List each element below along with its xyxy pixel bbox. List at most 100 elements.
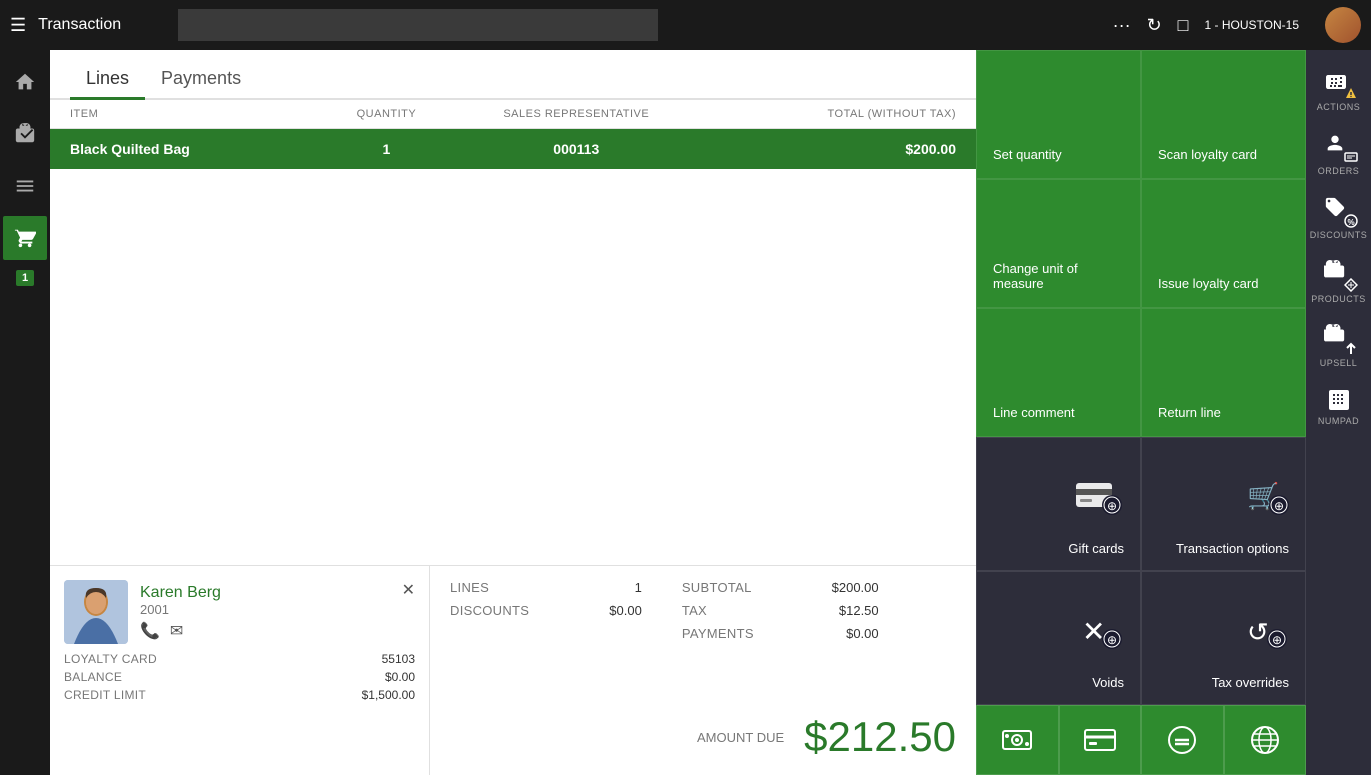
tax-overrides-label: Tax overrides xyxy=(1212,675,1289,690)
lines-label: LINES xyxy=(450,580,489,595)
customer-id: 2001 xyxy=(140,602,390,617)
loyalty-card-value: 55103 xyxy=(382,652,415,666)
store-info: 1 - HOUSTON-15 xyxy=(1205,18,1299,32)
subtotal-value: $200.00 xyxy=(832,580,879,595)
email-icon[interactable]: ✉ xyxy=(170,621,183,641)
products-label: PRODUCTS xyxy=(1311,294,1366,304)
line-comment-label: Line comment xyxy=(993,405,1075,420)
discounts-label: DISCOUNTS xyxy=(1310,230,1368,240)
transaction-options-button[interactable]: 🛒 ⊕ Transaction options xyxy=(1141,437,1306,571)
row-item: Black Quilted Bag xyxy=(70,141,323,157)
tab-payments[interactable]: Payments xyxy=(145,60,257,100)
row-quantity: 1 xyxy=(323,141,450,157)
svg-text:⊕: ⊕ xyxy=(1107,499,1117,513)
voids-label: Voids xyxy=(1092,675,1124,690)
right-action-panel: Set quantity Scan loyalty card Change un… xyxy=(976,50,1306,775)
sidebar-item-orders[interactable]: ORDERS xyxy=(1306,122,1371,186)
sidebar-item-discounts[interactable]: % DISCOUNTS xyxy=(1306,186,1371,250)
search-input[interactable] xyxy=(178,9,658,41)
sidebar-item-actions[interactable]: ACTIONS xyxy=(1306,58,1371,122)
line-comment-button[interactable]: Line comment xyxy=(976,308,1141,437)
amount-due-label: AMOUNT DUE xyxy=(697,730,784,745)
hamburger-icon[interactable]: ☰ xyxy=(10,15,26,36)
discounts-label: DISCOUNTS xyxy=(450,603,529,618)
customer-avatar xyxy=(64,580,128,644)
issue-loyalty-card-label: Issue loyalty card xyxy=(1158,276,1258,291)
table-row[interactable]: Black Quilted Bag 1 000113 $200.00 xyxy=(50,129,976,169)
change-unit-button[interactable]: Change unit of measure xyxy=(976,179,1141,308)
svg-text:⊕: ⊕ xyxy=(1272,633,1282,647)
close-customer-button[interactable]: ✕ xyxy=(402,580,415,600)
cash-button[interactable] xyxy=(976,705,1059,775)
numpad-label: NUMPAD xyxy=(1318,416,1359,426)
card-button[interactable] xyxy=(1059,705,1142,775)
phone-icon[interactable]: 📞 xyxy=(140,621,160,641)
cart-badge: 1 xyxy=(16,270,34,286)
transaction-table: ITEM QUANTITY SALES REPRESENTATIVE TOTAL… xyxy=(50,100,976,565)
amount-due-row: AMOUNT DUE $212.50 xyxy=(450,713,956,761)
svg-text:⊕: ⊕ xyxy=(1274,499,1284,513)
subtotal-label: SUBTOTAL xyxy=(682,580,752,595)
user-avatar[interactable] xyxy=(1325,7,1361,43)
svg-text:✕: ✕ xyxy=(1082,616,1105,647)
action-grid: Set quantity Scan loyalty card Change un… xyxy=(976,50,1306,705)
credit-limit-row: CREDIT LIMIT $1,500.00 xyxy=(64,688,415,702)
customer-details: LOYALTY CARD 55103 BALANCE $0.00 CREDIT … xyxy=(64,652,415,702)
sidebar-item-home[interactable] xyxy=(3,60,47,104)
loyalty-card-label: LOYALTY CARD xyxy=(64,652,157,666)
customer-panel: Karen Berg 2001 📞 ✉ ✕ LOYALTY CARD 55103 xyxy=(50,566,430,775)
discounts-value: $0.00 xyxy=(609,603,642,618)
payments-label: PAYMENTS xyxy=(682,626,754,641)
table-header: ITEM QUANTITY SALES REPRESENTATIVE TOTAL… xyxy=(50,100,976,129)
bottom-panel: Karen Berg 2001 📞 ✉ ✕ LOYALTY CARD 55103 xyxy=(50,565,976,775)
scan-loyalty-card-label: Scan loyalty card xyxy=(1158,147,1257,162)
loyalty-card-row: LOYALTY CARD 55103 xyxy=(64,652,415,666)
topbar-icons: ··· ↻ □ 1 - HOUSTON-15 xyxy=(1113,7,1361,43)
tabs: Lines Payments xyxy=(50,50,976,100)
col-quantity: QUANTITY xyxy=(323,108,450,120)
sidebar-item-products[interactable]: PRODUCTS xyxy=(1306,250,1371,314)
summary-panel: LINES 1 DISCOUNTS $0.00 SUBTOTAL $200.00 xyxy=(430,566,976,775)
upsell-label: UPSELL xyxy=(1320,358,1358,368)
bottom-actions xyxy=(976,705,1306,775)
balance-row: BALANCE $0.00 xyxy=(64,670,415,684)
more-icon[interactable]: ··· xyxy=(1113,15,1131,36)
center-content: Lines Payments ITEM QUANTITY SALES REPRE… xyxy=(50,50,976,775)
actions-label: ACTIONS xyxy=(1317,102,1361,112)
col-sales-rep: SALES REPRESENTATIVE xyxy=(450,108,703,120)
tax-overrides-button[interactable]: ↺ ⊕ Tax overrides xyxy=(1141,571,1306,705)
voids-button[interactable]: ✕ ⊕ Voids xyxy=(976,571,1141,705)
left-sidebar: 1 xyxy=(0,50,50,775)
return-line-label: Return line xyxy=(1158,405,1221,420)
lines-value: 1 xyxy=(635,580,642,595)
sidebar-item-numpad[interactable]: NUMPAD xyxy=(1306,378,1371,436)
other-button[interactable] xyxy=(1224,705,1307,775)
page-title: Transaction xyxy=(38,16,158,34)
sidebar-item-menu[interactable] xyxy=(3,164,47,208)
sidebar-item-upsell[interactable]: UPSELL xyxy=(1306,314,1371,378)
customer-info: Karen Berg 2001 📞 ✉ xyxy=(140,584,390,641)
tax-value: $12.50 xyxy=(839,603,879,618)
sidebar-item-cart[interactable] xyxy=(3,216,47,260)
sidebar-item-products[interactable] xyxy=(3,112,47,156)
payments-value: $0.00 xyxy=(846,626,879,641)
balance-label: BALANCE xyxy=(64,670,122,684)
set-quantity-button[interactable]: Set quantity xyxy=(976,50,1141,179)
screen-icon[interactable]: □ xyxy=(1178,15,1189,36)
issue-loyalty-card-button[interactable]: Issue loyalty card xyxy=(1141,179,1306,308)
svg-text:⊕: ⊕ xyxy=(1107,633,1117,647)
change-unit-label: Change unit of measure xyxy=(993,261,1124,291)
credit-limit-value: $1,500.00 xyxy=(362,688,415,702)
set-quantity-label: Set quantity xyxy=(993,147,1062,162)
balance-value: $0.00 xyxy=(385,670,415,684)
exact-button[interactable] xyxy=(1141,705,1224,775)
col-total: TOTAL (WITHOUT TAX) xyxy=(703,108,956,120)
return-line-button[interactable]: Return line xyxy=(1141,308,1306,437)
svg-text:%: % xyxy=(1347,218,1354,227)
svg-text:↺: ↺ xyxy=(1247,617,1269,647)
tab-lines[interactable]: Lines xyxy=(70,60,145,100)
topbar: ☰ Transaction ··· ↻ □ 1 - HOUSTON-15 xyxy=(0,0,1371,50)
refresh-icon[interactable]: ↻ xyxy=(1147,15,1162,36)
gift-cards-button[interactable]: ⊕ Gift cards xyxy=(976,437,1141,571)
scan-loyalty-card-button[interactable]: Scan loyalty card xyxy=(1141,50,1306,179)
